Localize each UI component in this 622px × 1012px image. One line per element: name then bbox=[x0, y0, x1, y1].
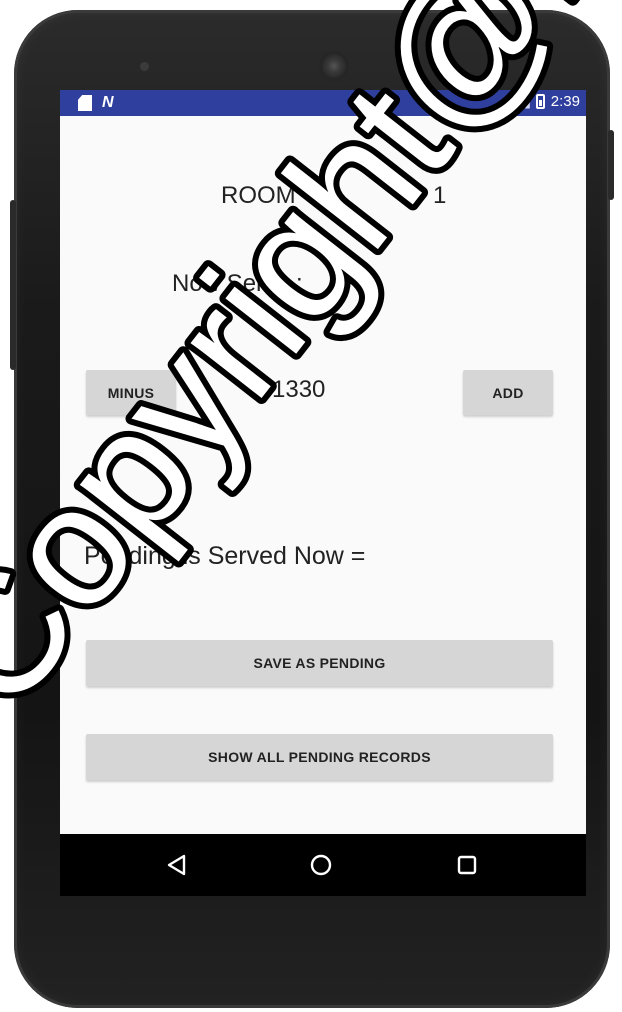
status-time: 2:39 bbox=[550, 93, 580, 110]
power-button bbox=[608, 130, 614, 200]
navigation-bar bbox=[60, 834, 586, 896]
status-right-icons: 2:39 bbox=[515, 93, 580, 110]
pending-served-label: Pending is Served Now = bbox=[84, 542, 366, 570]
now-serve-value: 1330 bbox=[272, 376, 326, 403]
status-bar: N 2:39 bbox=[60, 90, 586, 116]
n-notification-icon: N bbox=[102, 94, 114, 111]
app-screen: N 2:39 ROOM 1 Now Serve : MINUS 1330 ADD… bbox=[60, 90, 586, 896]
front-camera bbox=[322, 54, 346, 78]
battery-icon bbox=[535, 94, 545, 109]
home-circle-icon[interactable] bbox=[308, 852, 334, 878]
status-left-icons: N bbox=[78, 94, 114, 112]
stage: N 2:39 ROOM 1 Now Serve : MINUS 1330 ADD… bbox=[0, 0, 622, 1012]
recents-square-icon[interactable] bbox=[454, 852, 480, 878]
save-as-pending-button[interactable]: SAVE AS PENDING bbox=[86, 640, 553, 686]
volume-button bbox=[10, 200, 16, 370]
sensor-dot bbox=[140, 62, 149, 71]
now-serve-label: Now Serve : bbox=[172, 270, 303, 297]
sd-card-icon bbox=[78, 95, 92, 111]
show-all-pending-records-button[interactable]: SHOW ALL PENDING RECORDS bbox=[86, 734, 553, 780]
minus-button[interactable]: MINUS bbox=[86, 370, 176, 415]
room-label: ROOM bbox=[221, 182, 296, 209]
background-strip bbox=[0, 0, 12, 1012]
back-triangle-icon[interactable] bbox=[164, 852, 190, 878]
add-button[interactable]: ADD bbox=[463, 370, 553, 415]
room-value: 1 bbox=[433, 182, 447, 209]
signal-icon bbox=[515, 94, 530, 109]
